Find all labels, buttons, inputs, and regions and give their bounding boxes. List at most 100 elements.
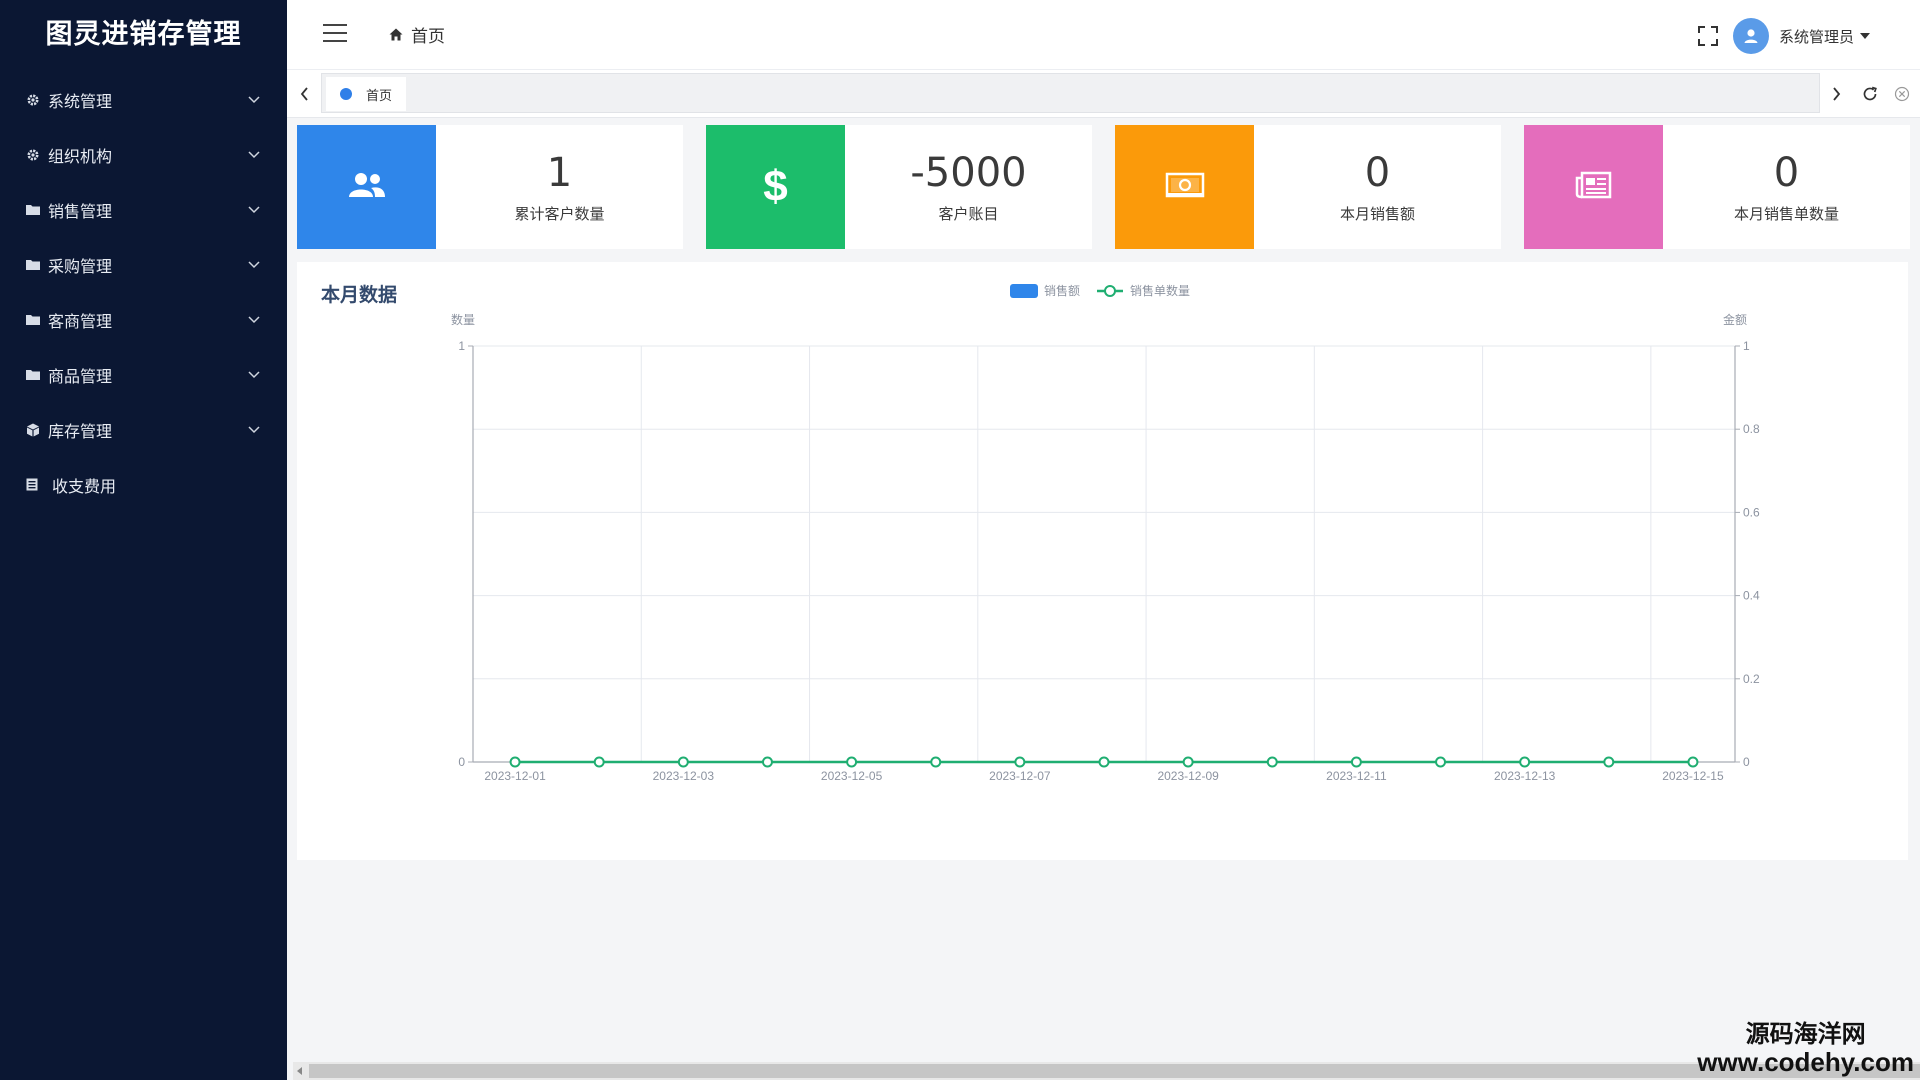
point-order-count — [1350, 756, 1362, 768]
point-order-count — [593, 756, 605, 768]
card-value: 0 — [1773, 149, 1800, 196]
header-right: 系统管理员 — [1697, 18, 1870, 54]
horizontal-scrollbar[interactable] — [293, 1062, 1920, 1080]
chevron-down-icon — [247, 93, 261, 107]
y-right-tick-label: 0 — [1743, 755, 1750, 769]
chevron-down-icon — [247, 258, 261, 272]
sidebar-item-label: 组织机构 — [48, 146, 113, 166]
monthly-chart: 数量 金额 0 1 0 0.2 0.4 0.6 0.8 1 2023-12-01 2023-12-03… — [451, 283, 1760, 783]
sidebar: 图灵进销存管理 系统管理 组织机构 销售管理 采购管理 客商管理 商品管理 库存… — [0, 0, 287, 1080]
point-order-count — [1266, 756, 1278, 768]
point-order-count — [1519, 756, 1531, 768]
document-icon — [26, 478, 48, 491]
card-value: -5000 — [910, 149, 1027, 196]
money-bill-icon — [1165, 171, 1205, 203]
point-order-count — [1435, 756, 1447, 768]
folder-icon — [26, 369, 48, 381]
stat-card-customers[interactable]: 1 累计客户数量 — [297, 125, 683, 249]
avatar[interactable] — [1732, 18, 1769, 54]
stat-card-monthly-orders[interactable]: 0 本月销售单数量 — [1524, 125, 1910, 249]
y-right-tick-label: 1 — [1743, 339, 1750, 353]
y-left-tick-label: 1 — [458, 339, 465, 353]
tab-label: 首页 — [366, 88, 393, 104]
x-tick-label: 2023-12-15 — [1662, 769, 1724, 783]
dollar-icon: $ — [763, 162, 788, 211]
sidebar-item-expenses[interactable]: 收支费用 — [0, 457, 287, 512]
card-label: 本月销售额 — [1339, 204, 1415, 223]
refresh-icon[interactable] — [1858, 82, 1882, 106]
card-icon-box — [297, 125, 436, 249]
sidebar-item-merchants[interactable]: 客商管理 — [0, 292, 287, 347]
sidebar-item-label: 库存管理 — [48, 421, 113, 441]
sidebar-item-purchase[interactable]: 采购管理 — [0, 237, 287, 292]
x-tick-label: 2023-12-07 — [989, 769, 1051, 783]
y-right-tick-label: 0.8 — [1743, 422, 1760, 436]
x-tick-label: 2023-12-11 — [1326, 769, 1387, 783]
card-label: 客户账目 — [938, 204, 999, 223]
y-axis-left-label: 数量 — [451, 312, 475, 327]
x-tick-label: 2023-12-13 — [1494, 769, 1556, 783]
scroll-left-icon[interactable] — [293, 1062, 307, 1080]
point-order-count — [1603, 756, 1615, 768]
chart-panel: 本月数据 数量 金额 0 1 0 0.2 0.4 0.6 0.8 1 2023-12-01 2023-… — [297, 262, 1908, 860]
sidebar-item-inventory[interactable]: 库存管理 — [0, 402, 287, 457]
sidebar-item-label: 客商管理 — [48, 311, 113, 331]
gear-icon — [26, 148, 48, 162]
point-order-count — [930, 756, 942, 768]
folder-icon — [26, 314, 48, 326]
breadcrumb-home[interactable]: 首页 — [411, 22, 445, 47]
x-tick-label: 2023-12-09 — [1157, 769, 1219, 783]
point-order-count — [1687, 756, 1699, 768]
sidebar-item-label: 收支费用 — [52, 476, 117, 496]
user-name[interactable]: 系统管理员 — [1779, 26, 1854, 47]
sidebar-item-products[interactable]: 商品管理 — [0, 347, 287, 402]
card-text: 0 本月销售额 — [1254, 125, 1501, 249]
watermark: 源码海洋网 www.codehy.com — [1697, 1020, 1914, 1076]
menu-toggle-icon[interactable] — [323, 24, 347, 44]
point-order-count — [761, 756, 773, 768]
card-icon-box — [1115, 125, 1254, 249]
y-right-tick-label: 0.6 — [1743, 505, 1760, 519]
sidebar-item-label: 商品管理 — [48, 366, 113, 386]
sidebar-menu: 系统管理 组织机构 销售管理 采购管理 客商管理 商品管理 库存管理 收支费用 — [0, 72, 287, 512]
stat-card-account[interactable]: $ -5000 客户账目 — [706, 125, 1092, 249]
card-icon-box: $ — [706, 125, 845, 249]
watermark-line2: www.codehy.com — [1697, 1047, 1914, 1077]
sidebar-item-organization[interactable]: 组织机构 — [0, 127, 287, 182]
stat-card-monthly-sales[interactable]: 0 本月销售额 — [1115, 125, 1501, 249]
sidebar-item-label: 销售管理 — [48, 201, 113, 221]
legend-marker-order-count — [1104, 285, 1116, 297]
sidebar-item-label: 系统管理 — [48, 91, 113, 111]
users-icon — [347, 171, 387, 203]
active-dot-icon — [340, 88, 352, 100]
fullscreen-icon[interactable] — [1697, 25, 1719, 47]
sidebar-item-system[interactable]: 系统管理 — [0, 72, 287, 127]
caret-down-icon[interactable] — [1860, 33, 1870, 39]
tabs-bar: 首页 — [287, 70, 1920, 118]
tab-scroll-left-icon[interactable] — [292, 82, 316, 106]
sidebar-item-sales[interactable]: 销售管理 — [0, 182, 287, 237]
y-right-tick-label: 0.2 — [1743, 672, 1760, 686]
x-tick-label: 2023-12-03 — [653, 769, 715, 783]
point-order-count — [1098, 756, 1110, 768]
card-text: 1 累计客户数量 — [436, 125, 683, 249]
sidebar-item-label: 采购管理 — [48, 256, 113, 276]
card-label: 本月销售单数量 — [1733, 204, 1839, 223]
cube-icon — [26, 423, 48, 437]
y-axis-right-label: 金额 — [1723, 312, 1747, 327]
tab-home[interactable]: 首页 — [326, 77, 407, 111]
gear-icon — [26, 93, 48, 107]
tab-strip: 首页 — [321, 73, 1820, 113]
tab-scroll-right-icon[interactable] — [1824, 82, 1848, 106]
point-order-count — [677, 756, 689, 768]
card-value: 1 — [546, 149, 573, 196]
close-all-icon[interactable] — [1890, 82, 1914, 106]
legend-label-order-count: 销售单数量 — [1130, 283, 1190, 298]
point-order-count — [846, 756, 858, 768]
point-order-count — [509, 756, 521, 768]
chevron-down-icon — [247, 423, 261, 437]
scrollbar-thumb[interactable] — [309, 1064, 1920, 1078]
chevron-down-icon — [247, 203, 261, 217]
card-icon-box — [1524, 125, 1663, 249]
newspaper-icon — [1575, 170, 1613, 204]
